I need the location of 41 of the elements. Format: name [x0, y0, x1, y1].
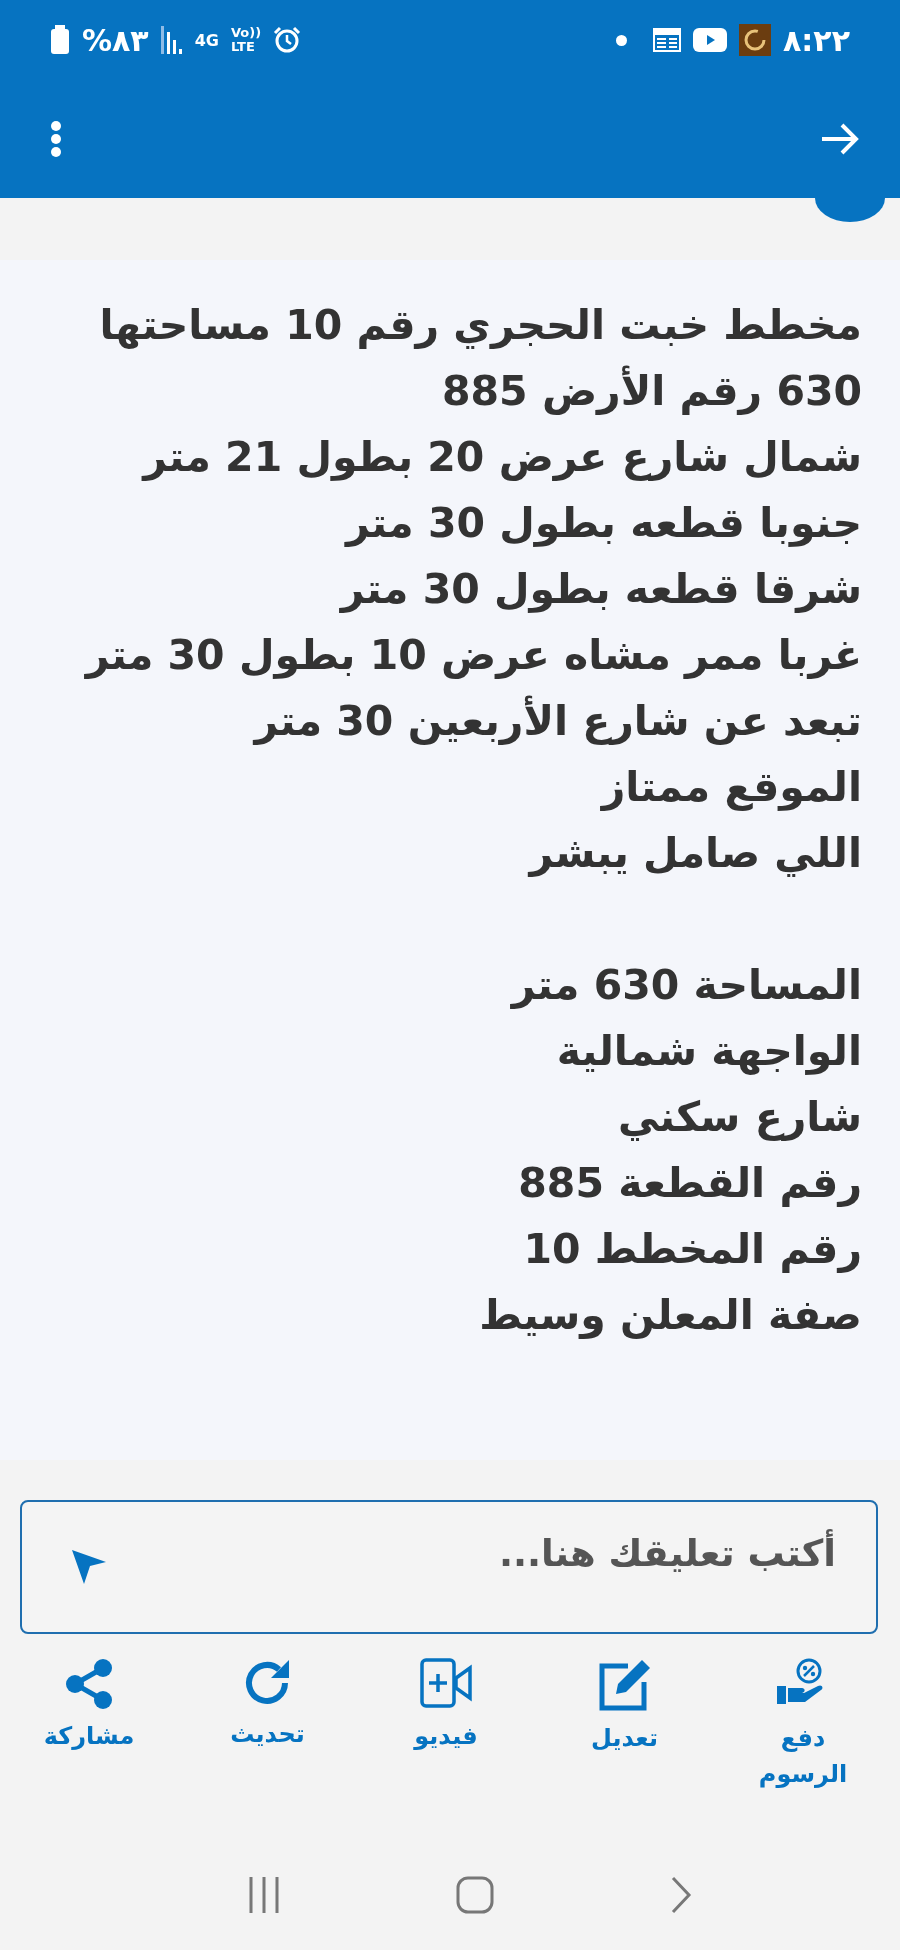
- description-line: مخطط خبت الحجري رقم 10 مساحتها: [98, 300, 862, 351]
- action-button[interactable]: مشاركة: [14, 1650, 164, 1840]
- description-line: الموقع ممتاز: [599, 762, 862, 813]
- description-line: اللي صامل يبشر: [526, 828, 862, 879]
- description-line: شمال شارع عرض 20 بطول 21 متر: [140, 432, 862, 483]
- action-button[interactable]: تحديث: [192, 1650, 343, 1840]
- action-button[interactable]: تعديل: [549, 1650, 700, 1840]
- description-line: جنوبا قطعه بطول 30 متر: [343, 498, 862, 549]
- description-line: شارع سكني: [617, 1092, 862, 1143]
- description-line: شرقا قطعه بطول 30 متر: [338, 564, 862, 615]
- send-icon[interactable]: [70, 1548, 108, 1586]
- description-line: المساحة 630 متر: [509, 960, 862, 1011]
- home-icon[interactable]: [456, 1876, 494, 1914]
- description-line: تبعد عن شارع الأربعين 30 متر: [251, 694, 862, 747]
- volte-label: Vo)) LTE: [230, 26, 262, 54]
- back-icon[interactable]: [670, 1876, 692, 1914]
- back-arrow-icon[interactable]: [820, 122, 860, 156]
- video-add-icon: [420, 1658, 472, 1710]
- alarm-icon: [273, 26, 302, 54]
- description-line: رقم القطعة 885: [517, 1158, 862, 1209]
- description-line: غربا ممر مشاه عرض 10 بطول 30 متر: [83, 630, 862, 681]
- video-play-icon: [693, 28, 728, 52]
- action-button[interactable]: دفع الرسوم: [728, 1650, 878, 1840]
- description-line: رقم المخطط 10: [522, 1224, 862, 1275]
- battery-icon: [50, 25, 70, 55]
- description-line: 630 رقم الأرض 885: [441, 364, 862, 417]
- recent-apps-icon[interactable]: [248, 1877, 280, 1913]
- share-icon: [63, 1658, 115, 1710]
- comment-field[interactable]: أكتب تعليقك هنا...: [20, 1500, 878, 1634]
- signal-icon: [160, 26, 183, 54]
- battery-percent: %٨٣: [82, 22, 149, 58]
- menu-icon[interactable]: [50, 120, 62, 158]
- calendar-icon: [653, 28, 682, 52]
- description-line: صفة المعلن وسيط: [478, 1290, 862, 1341]
- edit-icon: [597, 1658, 652, 1712]
- notification-dot: [616, 34, 628, 46]
- app-icon: [739, 24, 772, 56]
- clock: ٨:٢٢: [783, 22, 850, 58]
- description-line: الواجهة شمالية: [555, 1026, 862, 1077]
- action-button[interactable]: فيديو: [371, 1650, 521, 1840]
- network-label: 4G: [194, 30, 219, 50]
